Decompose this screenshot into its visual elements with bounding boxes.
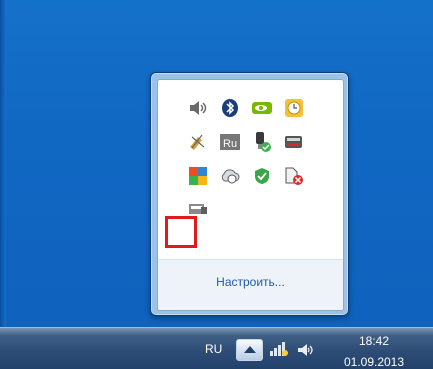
flyout-content: Ru Настроить... xyxy=(157,79,344,311)
avg-antivirus-icon[interactable] xyxy=(186,164,210,188)
speaker-icon[interactable] xyxy=(186,96,210,120)
network-icon[interactable] xyxy=(269,341,289,357)
taskbar-clock[interactable]: 18:42 01.09.2013 xyxy=(331,334,417,369)
satellite-icon[interactable] xyxy=(186,130,210,154)
shield-app-icon[interactable] xyxy=(250,164,274,188)
language-indicator[interactable]: RU xyxy=(205,342,222,356)
clock-app-icon[interactable] xyxy=(282,96,306,120)
windows-screen: Ru Настроить... RU 18:42 01.09.2013 xyxy=(0,0,433,369)
clock-date: 01.09.2013 xyxy=(343,355,405,369)
cloud-sync-icon[interactable] xyxy=(218,164,242,188)
network-error-icon[interactable] xyxy=(282,164,306,188)
battery-monitor-icon[interactable] xyxy=(282,130,306,154)
customize-section: Настроить... xyxy=(158,259,343,310)
hidden-tray-icons-grid: Ru xyxy=(176,96,326,236)
desktop-edge xyxy=(0,0,6,327)
volume-icon[interactable] xyxy=(296,342,314,358)
clock-time: 18:42 xyxy=(358,334,390,348)
notification-area-overflow-flyout: Ru Настроить... xyxy=(150,72,349,316)
ru-keyboard-text: Ru xyxy=(223,138,237,150)
customize-link[interactable]: Настроить... xyxy=(158,275,343,289)
usb-device-icon[interactable] xyxy=(250,130,274,154)
nvidia-icon[interactable] xyxy=(250,96,274,120)
show-hidden-icons-button[interactable] xyxy=(236,339,263,361)
taskbar: RU 18:42 01.09.2013 xyxy=(0,327,433,369)
ru-keyboard-icon[interactable]: Ru xyxy=(218,130,242,154)
highlighted-icon-frame xyxy=(165,216,197,248)
desktop-background: Ru Настроить... xyxy=(0,0,433,327)
bluetooth-icon[interactable] xyxy=(218,96,242,120)
